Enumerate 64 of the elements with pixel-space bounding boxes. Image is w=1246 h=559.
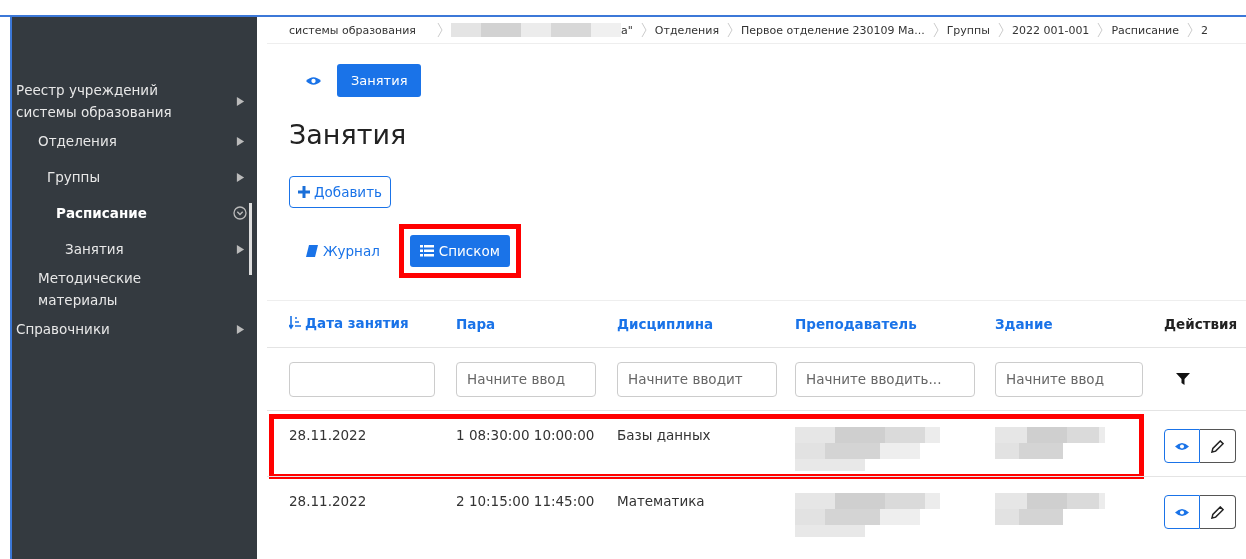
filter-field[interactable]: Начните ввод xyxy=(995,361,1143,397)
caret-right-icon[interactable] xyxy=(236,243,245,255)
breadcrumb-link[interactable]: Первое отделение 230109 Ма... xyxy=(741,23,925,37)
list-icon xyxy=(419,245,434,257)
sidebar-item[interactable]: Справочники xyxy=(12,311,257,347)
sidebar-item[interactable]: Занятия xyxy=(12,231,257,267)
add-button[interactable]: Добавить xyxy=(289,176,391,208)
column-header[interactable]: Преподаватель xyxy=(795,316,917,332)
view-button[interactable]: Журнал xyxy=(302,235,384,267)
plus-icon xyxy=(298,186,310,198)
filter-field[interactable] xyxy=(289,361,435,397)
edit-button[interactable] xyxy=(1200,495,1236,529)
breadcrumb-link[interactable]: а" xyxy=(621,23,633,37)
column-header[interactable]: Дата занятия xyxy=(289,315,409,331)
sidebar-item[interactable]: Реестр учреждений системы образования xyxy=(12,79,257,123)
view-button[interactable] xyxy=(1164,429,1200,463)
table-cell: 2 10:15:00 11:45:00 xyxy=(456,493,595,509)
table-cell: 28.11.2022 xyxy=(289,427,367,443)
eye-icon xyxy=(1175,507,1189,517)
breadcrumb-link[interactable]: 2 xyxy=(1201,23,1209,37)
filter-field[interactable]: Начните вводить... xyxy=(795,361,975,397)
caret-right-icon[interactable] xyxy=(236,95,245,107)
pencil-icon xyxy=(1211,439,1224,453)
column-header[interactable]: Действия xyxy=(1164,316,1238,332)
eye-icon xyxy=(306,75,321,86)
breadcrumb-link[interactable]: Отделения xyxy=(654,23,719,37)
caret-right-icon[interactable] xyxy=(236,135,245,147)
filter-field[interactable]: Начните вводит xyxy=(617,361,777,397)
column-header[interactable]: Пара xyxy=(456,316,496,332)
sidebar-item[interactable]: Расписание xyxy=(12,195,257,231)
breadcrumb-link[interactable]: системы образования xyxy=(289,23,429,37)
chevron-right-icon xyxy=(1187,22,1194,38)
chevron-right-icon xyxy=(437,22,443,38)
table-cell: 1 08:30:00 10:00:00 xyxy=(456,427,595,443)
sidebar-item[interactable]: Группы xyxy=(12,159,257,195)
chevron-right-icon xyxy=(1097,22,1104,38)
sort-icon xyxy=(289,316,301,330)
breadcrumb-link[interactable]: 2022 001-001 xyxy=(1011,23,1090,37)
scrollbar[interactable] xyxy=(249,203,252,275)
sidebar-item[interactable]: Методические материалы xyxy=(12,267,257,311)
tab[interactable]: Занятия xyxy=(337,64,422,97)
caret-right-icon[interactable] xyxy=(236,323,245,335)
eye-icon xyxy=(1175,441,1189,451)
pencil-icon xyxy=(1211,505,1224,519)
view-button[interactable]: Списком xyxy=(409,235,510,267)
column-header[interactable]: Дисциплина xyxy=(617,316,714,332)
table-cell: 28.11.2022 xyxy=(289,493,367,509)
chevron-right-icon xyxy=(997,22,1004,38)
page-title: Занятия xyxy=(289,119,408,150)
edit-button[interactable] xyxy=(1200,429,1236,463)
view-button[interactable] xyxy=(1164,495,1200,529)
sidebar-item[interactable]: Отделения xyxy=(12,123,257,159)
caret-right-icon[interactable] xyxy=(236,171,245,183)
table-cell: Базы данных xyxy=(617,427,711,443)
breadcrumb-link[interactable]: Группы xyxy=(946,23,990,37)
column-header[interactable]: Здание xyxy=(995,316,1053,332)
filter-icon[interactable] xyxy=(1176,372,1190,385)
table-cell: Математика xyxy=(617,493,705,509)
chevron-circle-icon[interactable] xyxy=(233,206,247,220)
chevron-right-icon xyxy=(640,22,647,38)
chevron-right-icon xyxy=(932,22,939,38)
filter-field[interactable]: Начните ввод xyxy=(456,361,596,397)
chevron-right-icon xyxy=(727,22,733,38)
breadcrumb-link[interactable]: Расписание xyxy=(1111,23,1180,37)
